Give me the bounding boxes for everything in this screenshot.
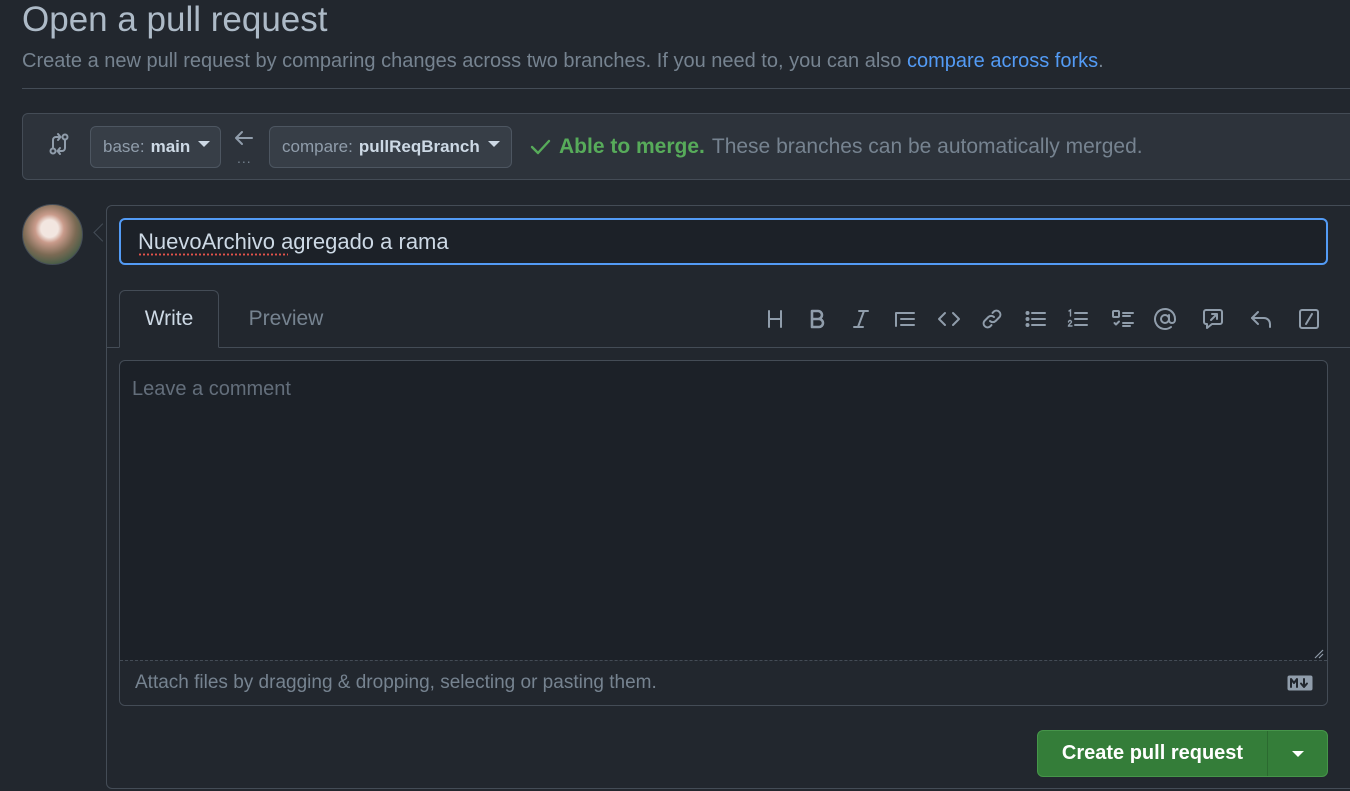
create-pr-dropdown-button[interactable] [1268,731,1327,776]
base-branch-label: base: [103,137,145,156]
tab-write[interactable]: Write [119,290,219,348]
git-compare-icon [49,133,69,155]
attach-files-text: Attach files by dragging & dropping, sel… [135,672,657,693]
subtitle-text: Create a new pull request by comparing c… [22,50,907,72]
branch-compare-bar: base: main ... compare: pullReqBranch Ab… [22,113,1350,180]
slash-commands-icon[interactable] [1294,304,1324,334]
compare-branch-value: pullReqBranch [358,137,480,156]
resize-handle-icon[interactable] [1314,649,1324,659]
pr-title-input[interactable] [119,218,1328,265]
ellipsis-text: ... [237,150,252,166]
comment-textarea[interactable] [120,361,1327,660]
divider [22,88,1350,89]
caret-down-icon [198,141,211,147]
merge-ok-text: Able to merge. [559,135,705,158]
unordered-list-icon[interactable] [1021,304,1051,334]
markdown-icon[interactable] [1287,675,1313,691]
page-title: Open a pull request [22,0,328,39]
tab-preview[interactable]: Preview [236,290,336,348]
base-branch-select[interactable]: base: main [90,126,221,168]
task-list-icon[interactable] [1108,304,1138,334]
heading-icon[interactable] [760,304,790,334]
link-icon[interactable] [977,304,1007,334]
merge-message: These branches can be automatically merg… [711,135,1143,158]
spellcheck-underline [138,253,288,256]
merge-status: Able to merge. These branches can be aut… [529,134,1143,160]
code-icon[interactable] [934,304,964,334]
subtitle-end: . [1098,50,1104,72]
create-pull-request-button[interactable]: Create pull request [1038,731,1268,776]
base-branch-value: main [150,137,191,156]
compare-across-forks-link[interactable]: compare across forks [907,50,1098,72]
pull-request-page: Open a pull request Create a new pull re… [0,0,1350,791]
bold-icon[interactable] [802,304,832,334]
page-subtitle: Create a new pull request by comparing c… [22,48,1104,74]
attach-files-bar[interactable]: Attach files by dragging & dropping, sel… [120,660,1327,705]
compare-branch-select[interactable]: compare: pullReqBranch [269,126,512,168]
check-icon [530,139,551,155]
quote-icon[interactable] [890,304,920,334]
create-pr-button-group: Create pull request [1037,730,1328,777]
cross-reference-icon[interactable] [1198,304,1228,334]
italic-icon[interactable] [846,304,876,334]
caret-down-icon [1291,750,1304,757]
avatar[interactable] [22,204,83,265]
saved-replies-icon[interactable] [1246,304,1276,334]
comment-box: Attach files by dragging & dropping, sel… [119,360,1328,706]
mention-icon[interactable] [1150,304,1180,334]
arrow-left-icon [235,131,253,145]
ordered-list-icon[interactable] [1063,304,1093,334]
compare-branch-label: compare: [282,137,353,156]
caret-down-icon [487,141,500,147]
